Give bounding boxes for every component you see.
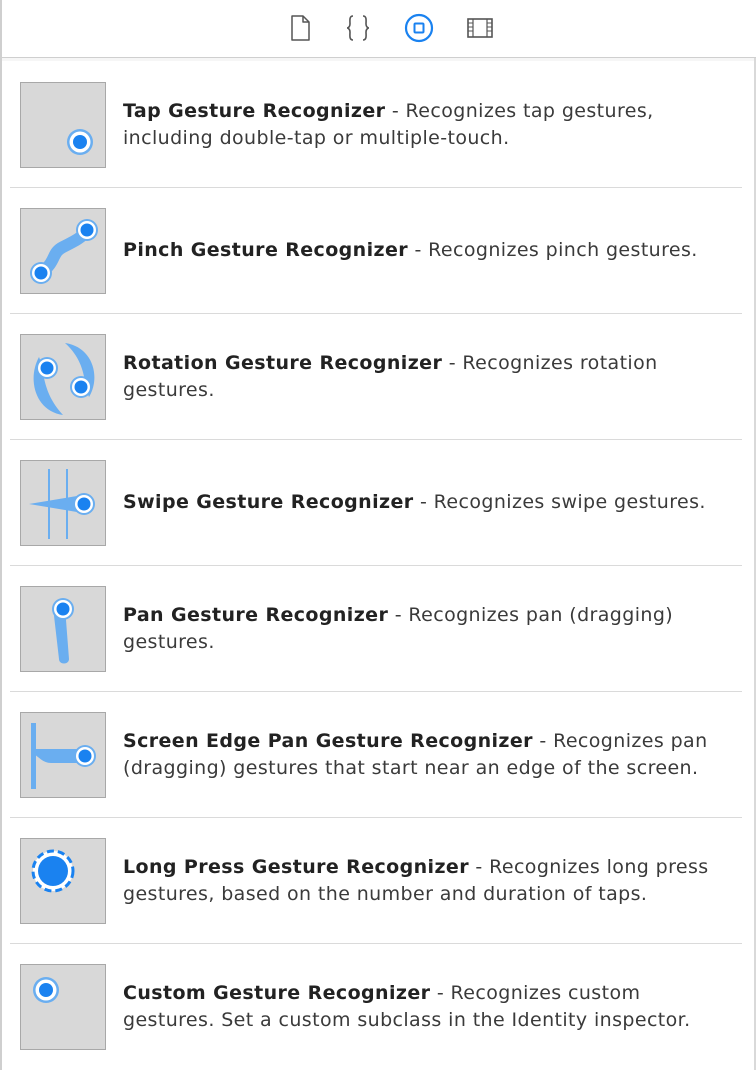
library-item-screen-edge-pan-gesture[interactable]: Screen Edge Pan Gesture Recognizer - Rec… bbox=[10, 692, 742, 818]
item-description: - Recognizes swipe gestures. bbox=[413, 491, 706, 513]
pinch-gesture-icon bbox=[30, 219, 98, 284]
library-item-tap-gesture[interactable]: Tap Gesture Recognizer - Recognizes tap … bbox=[10, 62, 742, 188]
library-toolbar bbox=[2, 0, 756, 58]
item-title: Pinch Gesture Recognizer bbox=[123, 239, 409, 261]
object-library-tab[interactable] bbox=[403, 12, 435, 44]
screen-edge-pan-gesture-icon bbox=[31, 723, 96, 789]
library-item-rotation-gesture[interactable]: Rotation Gesture Recognizer - Recognizes… bbox=[10, 314, 742, 440]
swipe-gesture-icon bbox=[29, 469, 95, 539]
custom-gesture-icon bbox=[33, 977, 59, 1003]
item-title: Rotation Gesture Recognizer bbox=[123, 351, 443, 374]
library-item-swipe-gesture[interactable]: Swipe Gesture Recognizer - Recognizes sw… bbox=[10, 440, 742, 566]
object-library-icon bbox=[404, 13, 434, 43]
rotation-gesture-icon bbox=[33, 343, 95, 415]
media-library-icon bbox=[467, 18, 493, 38]
library-item-custom-gesture[interactable]: Custom Gesture Recognizer - Recognizes c… bbox=[10, 944, 742, 1069]
library-item-pan-gesture[interactable]: Pan Gesture Recognizer - Recognizes pan … bbox=[10, 566, 742, 692]
object-library-list: Tap Gesture Recognizer - Recognizes tap … bbox=[10, 62, 742, 1069]
code-snippet-tab[interactable] bbox=[342, 12, 374, 44]
item-thumbnail bbox=[20, 586, 106, 672]
item-thumbnail bbox=[20, 712, 106, 798]
item-title: Pan Gesture Recognizer bbox=[123, 603, 389, 626]
item-title: Long Press Gesture Recognizer bbox=[123, 855, 469, 878]
library-item-pinch-gesture[interactable]: Pinch Gesture Recognizer - Recognizes pi… bbox=[10, 188, 742, 314]
file-icon bbox=[291, 15, 310, 41]
item-thumbnail bbox=[20, 838, 106, 924]
item-thumbnail bbox=[20, 82, 106, 168]
item-title: Swipe Gesture Recognizer bbox=[123, 491, 414, 513]
item-thumbnail bbox=[20, 334, 106, 420]
tap-gesture-icon bbox=[67, 129, 93, 155]
long-press-gesture-icon bbox=[31, 849, 75, 893]
item-thumbnail bbox=[20, 208, 106, 294]
panel-left-border bbox=[0, 0, 2, 1070]
pan-gesture-icon bbox=[52, 598, 74, 664]
media-library-tab[interactable] bbox=[464, 12, 496, 44]
library-item-long-press-gesture[interactable]: Long Press Gesture Recognizer - Recogniz… bbox=[10, 818, 742, 944]
toolbar-divider bbox=[2, 58, 756, 61]
item-thumbnail bbox=[20, 460, 106, 546]
file-template-tab[interactable] bbox=[284, 12, 316, 44]
item-title: Custom Gesture Recognizer bbox=[123, 981, 431, 1004]
item-title: Screen Edge Pan Gesture Recognizer bbox=[123, 729, 533, 752]
item-title: Tap Gesture Recognizer bbox=[123, 99, 386, 122]
curly-braces-icon bbox=[346, 15, 370, 41]
item-description: - Recognizes pinch gestures. bbox=[408, 239, 698, 261]
item-thumbnail bbox=[20, 964, 106, 1050]
